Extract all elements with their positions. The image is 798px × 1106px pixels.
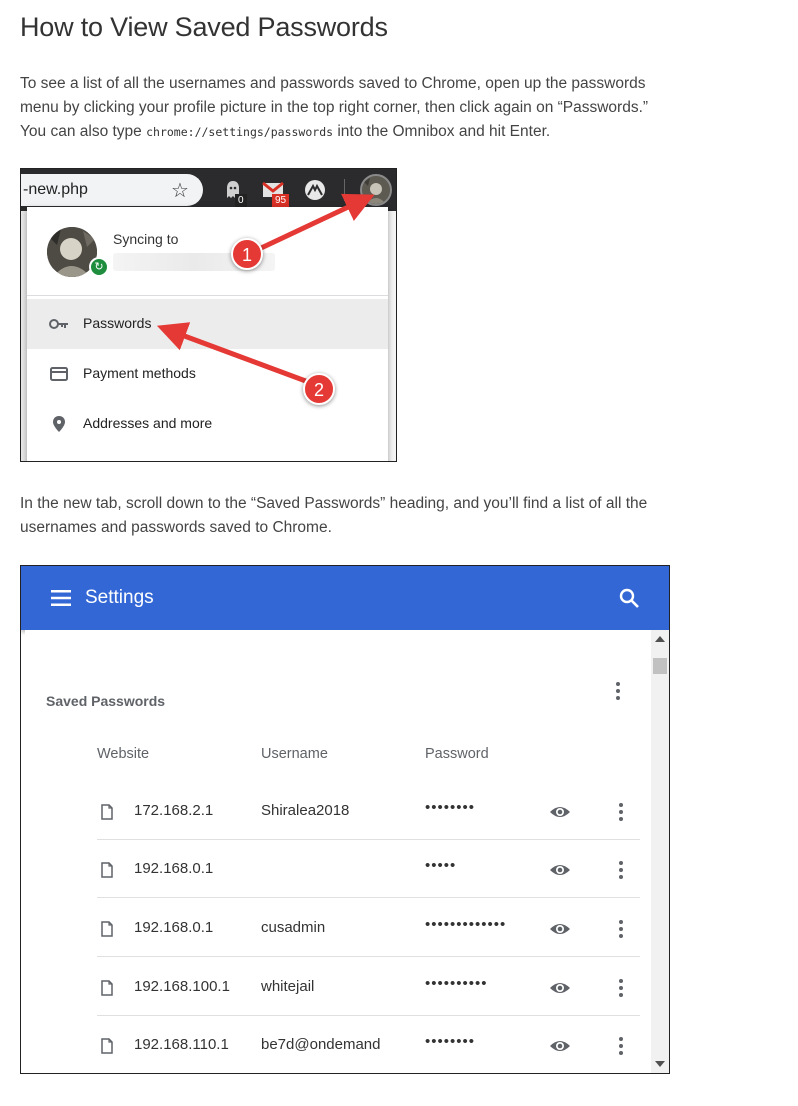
settings-app-bar: Settings [21,566,669,630]
paragraph-line: In the new tab, scroll down to the “Save… [20,495,648,512]
hamburger-menu-icon[interactable] [51,589,71,607]
menu-divider [27,295,388,296]
column-header-password: Password [425,746,489,762]
row-divider [97,956,640,957]
more-vert-icon[interactable] [617,919,625,939]
password-row: 192.168.0.1 cusadmin ••••••••••••• [97,899,640,957]
menu-item-label: Addresses and more [83,415,213,431]
menu-item-label: Passwords [83,315,152,331]
password-row: 192.168.110.1 be7d@ondemand •••••••• [97,1016,640,1073]
column-header-website: Website [97,746,150,762]
password-username: cusadmin [261,919,326,936]
paragraph-line: menu by clicking your profile picture in… [20,99,649,116]
ghost-badge: 0 [235,194,247,207]
credit-card-icon [50,367,68,381]
password-row: 192.168.0.1 ••••• [97,840,640,898]
row-divider [97,897,640,898]
location-pin-icon [53,416,65,432]
avatar-image [362,176,390,204]
show-password-icon[interactable] [549,804,571,820]
scroll-down-arrow[interactable] [655,1061,665,1067]
password-site: 172.168.2.1 [134,802,214,819]
password-masked: •••••••• [425,799,476,816]
toolbar-divider [344,179,345,201]
profile-menu-screenshot: -new.php ☆ 0 95 ↻ Syncing to Passwords P… [20,168,397,462]
menu-item-passwords[interactable]: Passwords [27,299,388,349]
paragraph-line: You can also type chrome://settings/pass… [20,120,680,144]
scrollbar[interactable] [651,630,669,1073]
password-site: 192.168.100.1 [134,978,230,995]
password-site: 192.168.0.1 [134,919,214,936]
password-username: whitejail [261,978,315,995]
callout-step-2: 2 [303,373,335,405]
omnibox-url-text: -new.php [23,181,88,198]
paragraph-line: To see a list of all the usernames and p… [20,75,646,92]
sync-status-label: Syncing to [113,231,179,247]
saved-passwords-heading: Saved Passwords [46,693,166,709]
more-vert-icon[interactable] [617,802,625,822]
browser-toolbar: -new.php ☆ 0 95 [21,169,396,211]
menu-item-addresses[interactable]: Addresses and more [27,399,388,449]
password-site: 192.168.0.1 [134,860,214,877]
more-vert-icon[interactable] [611,680,625,702]
search-icon[interactable] [619,588,639,608]
followup-paragraph: In the new tab, scroll down to the “Save… [20,492,680,540]
saved-passwords-screenshot: Settings Saved Passwords Website Usernam… [20,565,670,1074]
password-username: be7d@ondemand [261,1036,381,1053]
file-icon [101,980,113,996]
show-password-icon[interactable] [549,980,571,996]
settings-title: Settings [85,587,154,608]
intro-paragraph: To see a list of all the usernames and p… [20,72,680,144]
article: How to View Saved Passwords To see a lis… [0,0,798,1106]
paragraph-text: into the Omnibox and hit Enter. [333,123,551,140]
more-vert-icon[interactable] [617,860,625,880]
password-masked: ••••• [425,857,457,874]
settings-url-code: chrome://settings/passwords [146,125,334,139]
profile-menu: ↻ Syncing to Passwords Payment methods A… [27,207,388,461]
scrollbar-thumb[interactable] [653,658,667,674]
column-header-username: Username [261,746,328,762]
file-icon [101,1038,113,1054]
show-password-icon[interactable] [549,1038,571,1054]
file-icon [101,921,113,937]
more-vert-icon[interactable] [617,1036,625,1056]
password-row: 192.168.100.1 whitejail •••••••••• [97,958,640,1016]
paragraph-text: You can also type [20,123,147,140]
sync-icon: ↻ [89,257,109,277]
callout-step-1: 1 [231,238,263,270]
password-masked: •••••••• [425,1033,476,1050]
mail-badge: 95 [272,194,290,207]
vpn-extension-icon[interactable] [303,178,327,202]
password-username: Shiralea2018 [261,802,350,819]
key-icon [49,319,68,329]
more-vert-icon[interactable] [617,978,625,998]
password-masked: ••••••••••••• [425,916,507,933]
paragraph-line: usernames and passwords saved to Chrome. [20,519,332,536]
password-row: 172.168.2.1 Shiralea2018 •••••••• [97,782,640,840]
file-icon [101,804,113,820]
password-masked: •••••••••• [425,975,488,992]
omnibox[interactable]: -new.php ☆ [21,174,203,206]
file-icon [101,862,113,878]
show-password-icon[interactable] [549,921,571,937]
profile-avatar-button[interactable] [360,174,392,206]
scroll-up-arrow[interactable] [655,636,665,642]
password-site: 192.168.110.1 [134,1036,229,1053]
show-password-icon[interactable] [549,862,571,878]
menu-item-label: Payment methods [83,365,196,381]
page-backdrop [388,211,396,461]
article-title: How to View Saved Passwords [20,12,388,42]
star-icon[interactable]: ☆ [171,178,189,203]
